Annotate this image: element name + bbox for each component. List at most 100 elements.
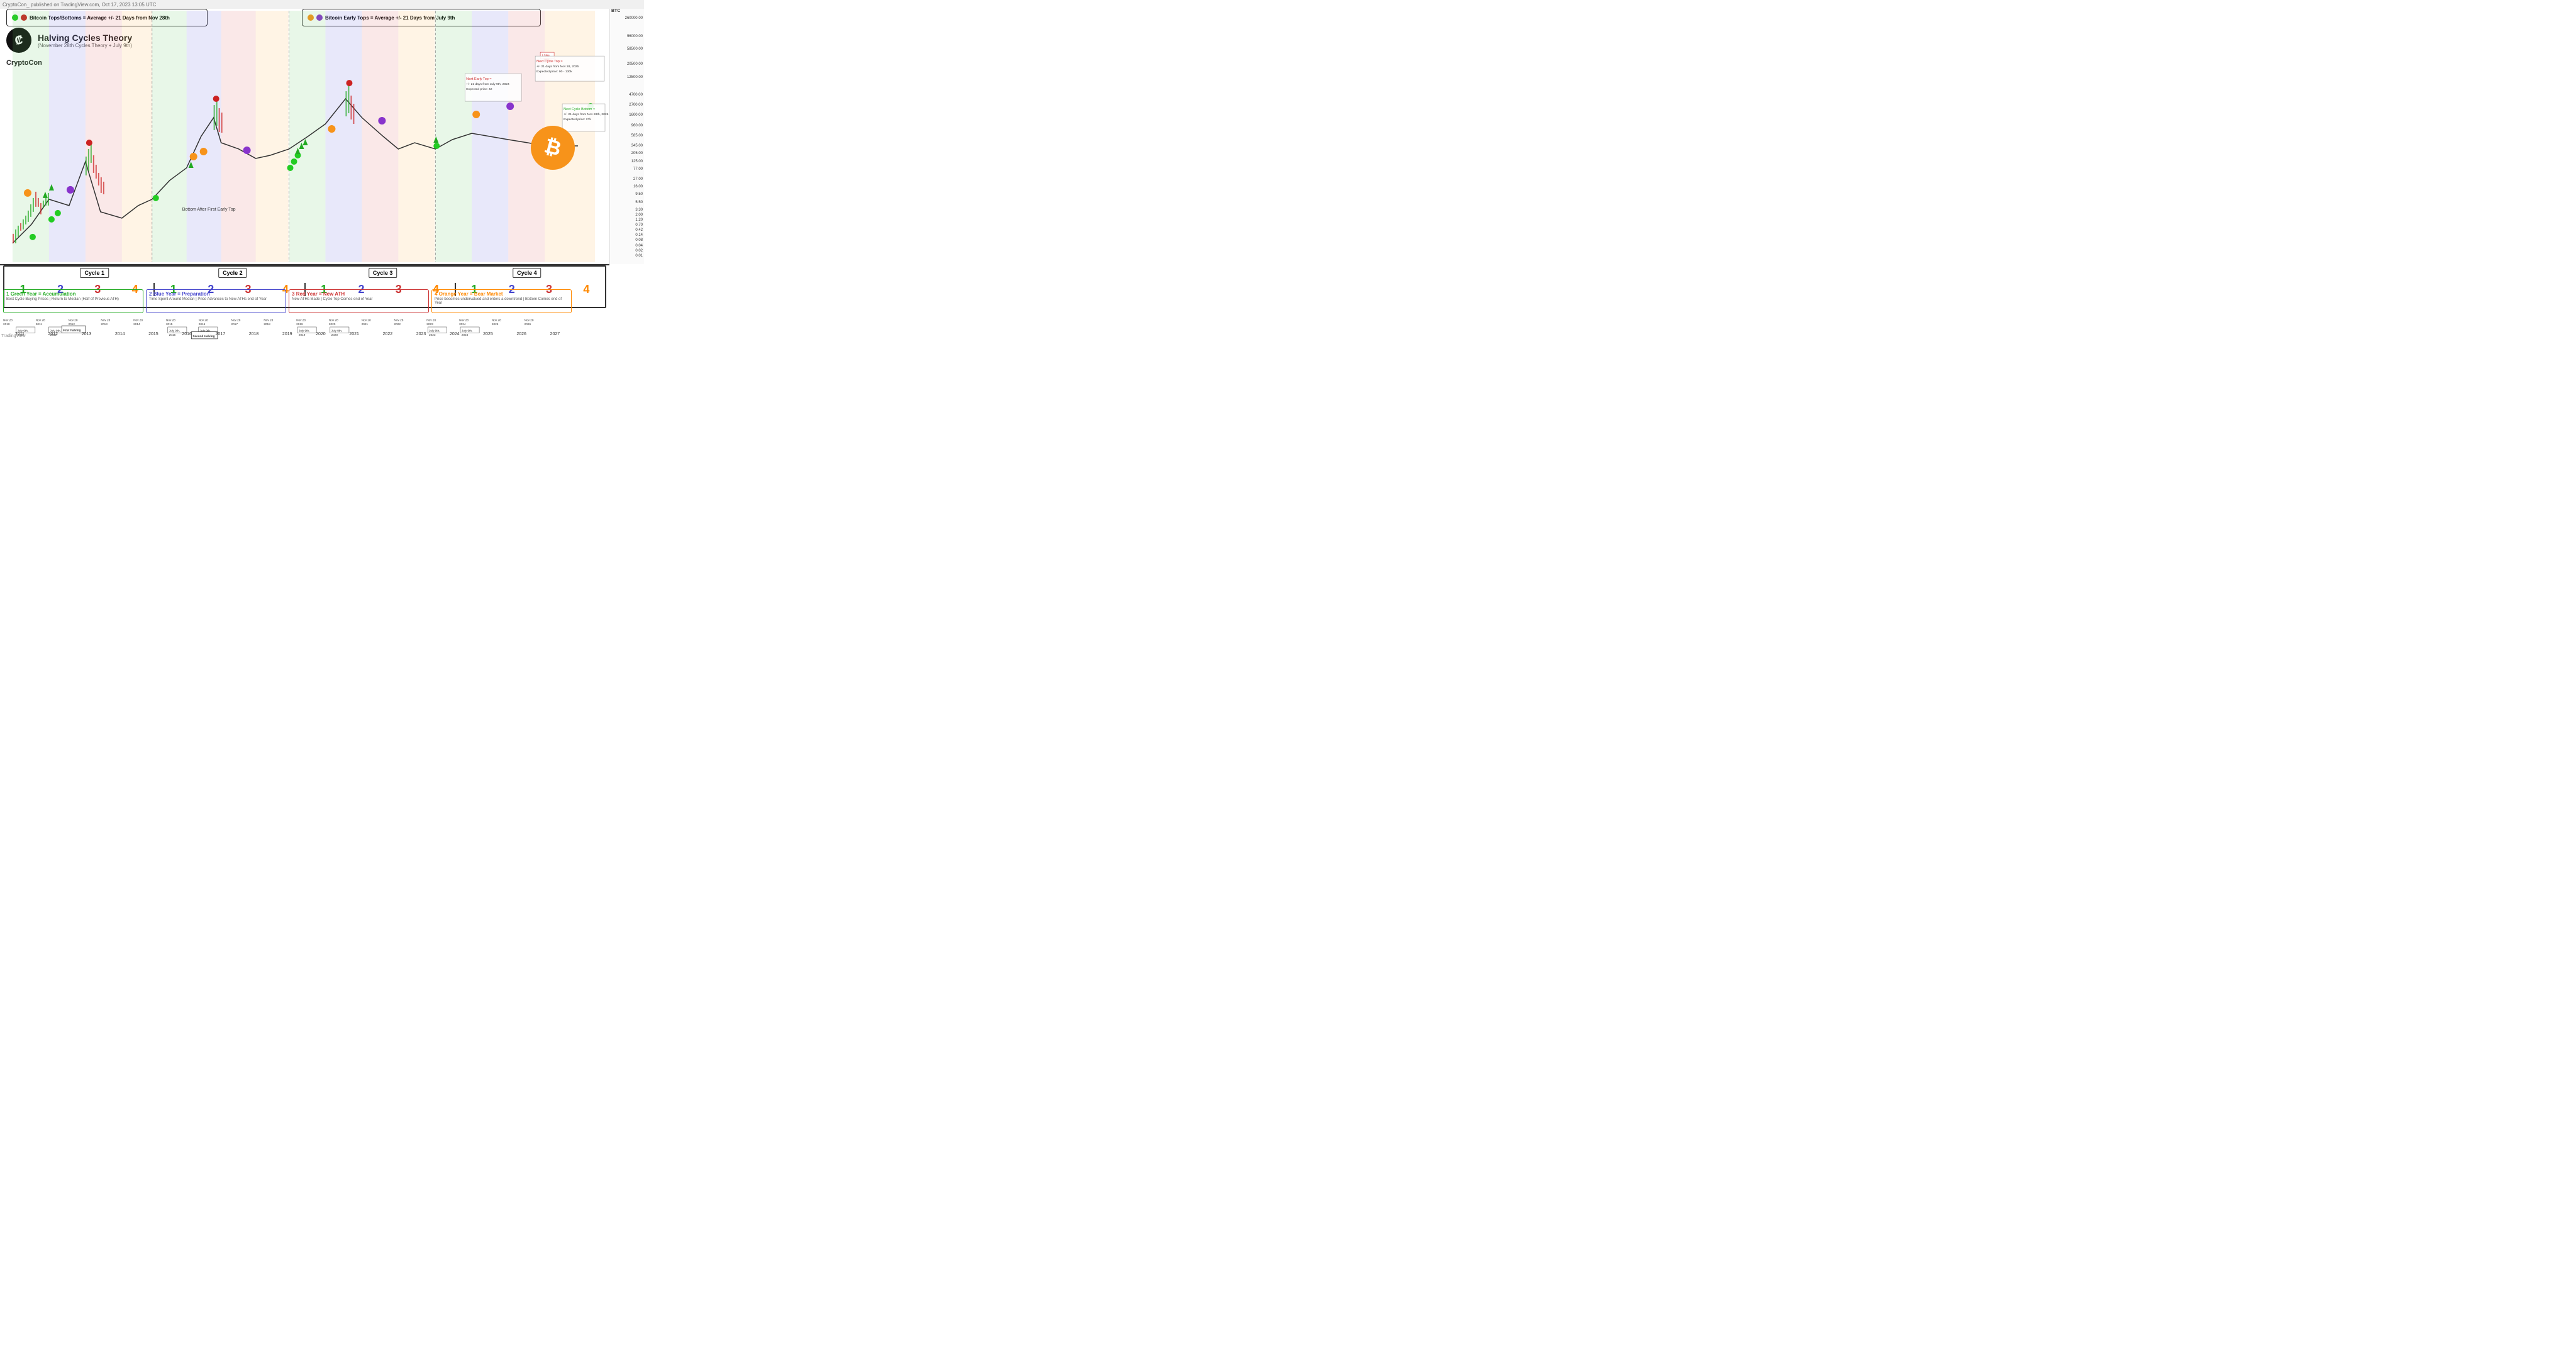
- green-year-box: 1 Green Year = Accumulation Best Cycle B…: [3, 289, 143, 313]
- red-year-sub: New ATHs Made | Cycle Top Comes end of Y…: [292, 297, 426, 301]
- cycle3-year4-bg: [398, 11, 435, 262]
- year-2018: 2018: [249, 332, 259, 336]
- orange-year-sub: Price becomes undervalued and enters a d…: [435, 297, 569, 305]
- year-2012: 2012: [48, 332, 58, 336]
- year-2019: 2019: [282, 332, 292, 336]
- publisher-label: CryptoCon_ published on TradingView.com,…: [3, 2, 156, 8]
- nov28-2010: Nov 28: [3, 319, 13, 322]
- year-2024: 2024: [450, 332, 460, 336]
- green-dot-5: [287, 165, 294, 171]
- y-0-42: 0.42: [635, 228, 643, 232]
- year-2016: 2016: [182, 332, 192, 336]
- y-5-5: 5.50: [635, 201, 643, 204]
- nov28-2020: Nov 28: [329, 319, 338, 322]
- next-cycle-bottom-text3: Expected price: 27k: [564, 118, 591, 121]
- header-bar: CryptoCon_ published on TradingView.com,…: [0, 0, 644, 9]
- chart-area: 138k Bottom After First Early Top Next E…: [0, 9, 609, 264]
- bitcoin-logo: ₿: [531, 126, 575, 170]
- cycle4-header: Cycle 4: [513, 268, 541, 278]
- purple-dot-4: [506, 102, 514, 110]
- nov28-2019: Nov 28: [296, 319, 306, 322]
- nov28-2011: Nov 28: [36, 319, 45, 322]
- blue-year-label: Blue Year = Preparation: [153, 291, 210, 297]
- y-9-5: 9.50: [635, 192, 643, 196]
- nov28-2021: Nov 28: [362, 319, 371, 322]
- nov28-labels: Nov 28 2010 Nov 28 2011 Nov 28 2012 Nov …: [3, 319, 534, 326]
- nov28-2016: Nov 28: [199, 319, 208, 322]
- nov28-2023b: 2023: [426, 323, 433, 326]
- orange-dot-3: [200, 148, 208, 155]
- cycle2-label: Cycle 2: [223, 270, 243, 276]
- cycle3-year2-bg: [325, 11, 362, 262]
- orange-dot-2: [190, 153, 197, 160]
- y-12500: 12500.00: [627, 75, 643, 79]
- year-2017: 2017: [216, 332, 226, 336]
- nov28-2015: Nov 28: [166, 319, 175, 322]
- cycle3-year3-bg: [362, 11, 398, 262]
- y-0-08: 0.08: [635, 238, 643, 242]
- next-cycle-top-text2: +/- 21 days from Nov 28, 2025: [536, 65, 579, 69]
- blue-year-title: 2 Blue Year = Preparation: [149, 291, 283, 297]
- green-dot-8: [433, 143, 440, 149]
- year-2020: 2020: [316, 332, 326, 336]
- nov28-2013: Nov 28: [101, 319, 110, 322]
- y-125: 125.00: [631, 160, 643, 163]
- chart-container: CryptoCon_ published on TradingView.com,…: [0, 0, 644, 340]
- next-cycle-top-text3: Expected price: 90 - 130k: [536, 70, 572, 74]
- blue-year-number: 2: [149, 291, 152, 297]
- cycle2-header: Cycle 2: [218, 268, 247, 278]
- nov28-2017b: 2017: [231, 323, 238, 326]
- nov28-2025: Nov 28: [492, 319, 501, 322]
- red-year-number: 3: [292, 291, 294, 297]
- year-2013: 2013: [82, 332, 92, 336]
- nov28-2012: Nov 28: [69, 319, 78, 322]
- red-year-title: 3 Red Year = New ATH: [292, 291, 426, 297]
- y-960: 960.00: [631, 124, 643, 128]
- cycle2-year3-bg: [221, 11, 256, 262]
- tradingview-label: TradingView: [1, 334, 26, 338]
- annotation-bottom-early-top: Bottom After First Early Top: [182, 208, 236, 212]
- y-585: 585.00: [631, 134, 643, 138]
- purple-dot-3: [378, 117, 386, 125]
- y-0-7: 0.70: [635, 223, 643, 227]
- cycle3-label: Cycle 3: [373, 270, 393, 276]
- nov28-2018b: 2018: [264, 323, 270, 326]
- year-2025: 2025: [483, 332, 493, 336]
- orange-year-number: 4: [435, 291, 437, 297]
- y-0-14: 0.14: [635, 233, 643, 237]
- orange-dot-1: [24, 189, 31, 197]
- year-2022: 2022: [383, 332, 393, 336]
- y-27: 27.00: [633, 177, 643, 181]
- blue-year-sub: Time Spent Around Median | Price Advance…: [149, 297, 283, 301]
- green-year-sub: Best Cycle Buying Prices | Return to Med…: [6, 297, 140, 301]
- green-dot-3: [55, 210, 61, 216]
- y-axis: BTC 260000.00 96000.00 58500.00 20500.00…: [609, 9, 644, 264]
- next-early-top-text1: Next Early Top ≈: [466, 77, 491, 81]
- next-early-top-text3: Expected price: 42: [466, 87, 492, 91]
- y-2: 2.00: [635, 213, 643, 217]
- y-77: 77.00: [633, 167, 643, 171]
- cycle1-label: Cycle 1: [84, 270, 104, 276]
- year-2021: 2021: [349, 332, 359, 336]
- cycle1-year4-bg: [122, 11, 152, 262]
- red-dot-2: [213, 96, 219, 102]
- y-0-01: 0.01: [635, 254, 643, 258]
- cycle3-header: Cycle 3: [369, 268, 397, 278]
- y-3-3: 3.30: [635, 208, 643, 212]
- orange-dot-next: [472, 111, 480, 118]
- btc-label: BTC: [611, 9, 620, 13]
- green-year-label: Green Year = Accumulation: [11, 291, 76, 297]
- nov28-2021b: 2021: [362, 323, 369, 326]
- y-1-2: 1.20: [635, 218, 643, 222]
- red-dot-3: [346, 80, 352, 86]
- purple-dot-2: [243, 147, 251, 154]
- nov28-2013b: 2013: [101, 323, 108, 326]
- y-4700: 4700.00: [629, 93, 643, 97]
- cycle2-year4-bg: [256, 11, 289, 262]
- green-year-title: 1 Green Year = Accumulation: [6, 291, 140, 297]
- y-1600: 1600.00: [629, 113, 643, 117]
- nov28-2011b: 2011: [36, 323, 42, 326]
- nov28-2023: Nov 28: [426, 319, 436, 322]
- nov28-2022b: 2022: [394, 323, 401, 326]
- cycle1-year2-bg: [49, 11, 86, 262]
